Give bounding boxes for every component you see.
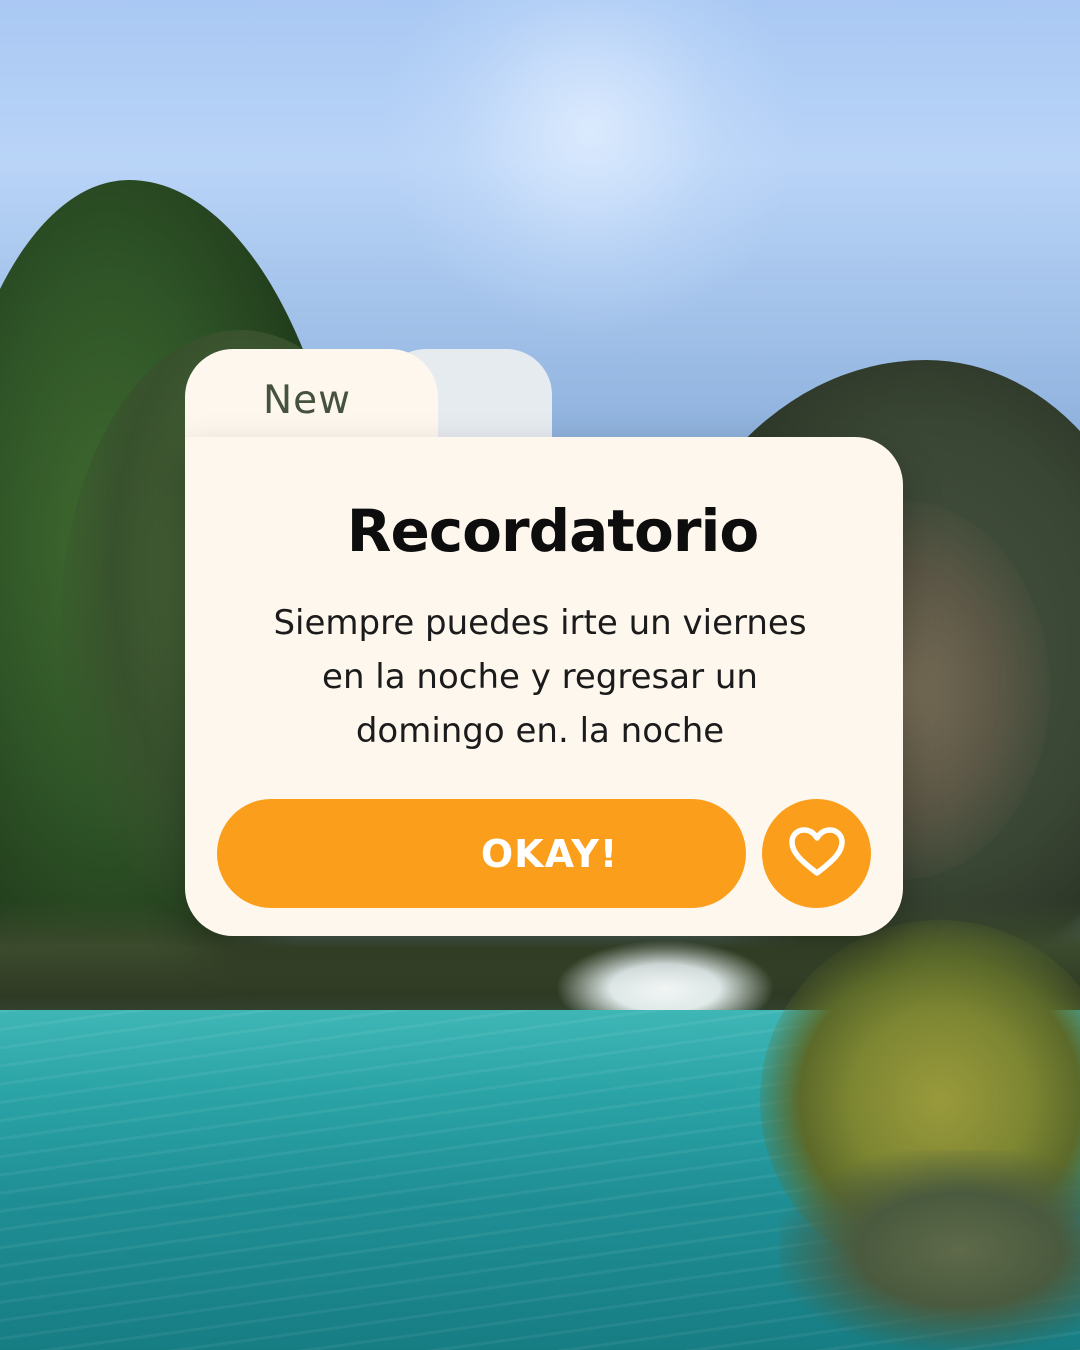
- card-title: Recordatorio: [346, 497, 759, 565]
- heart-icon: [788, 826, 846, 882]
- okay-button[interactable]: OKAY!: [217, 799, 746, 908]
- sky: [380, 0, 800, 340]
- rocks-right: [780, 1150, 1080, 1350]
- card-message: Siempre puedes irte un viernes en la noc…: [185, 596, 895, 758]
- favorite-button[interactable]: [762, 799, 871, 908]
- waterfall: [555, 940, 775, 1020]
- message-line: Siempre puedes irte un viernes: [273, 603, 807, 643]
- okay-button-label: OKAY!: [480, 831, 619, 876]
- background-photo: New Recordatorio Siempre puedes irte un …: [0, 0, 1080, 1350]
- message-line: en la noche y regresar un: [322, 657, 758, 697]
- message-line: domingo en. la noche: [355, 711, 725, 751]
- tab-label: New: [263, 378, 352, 423]
